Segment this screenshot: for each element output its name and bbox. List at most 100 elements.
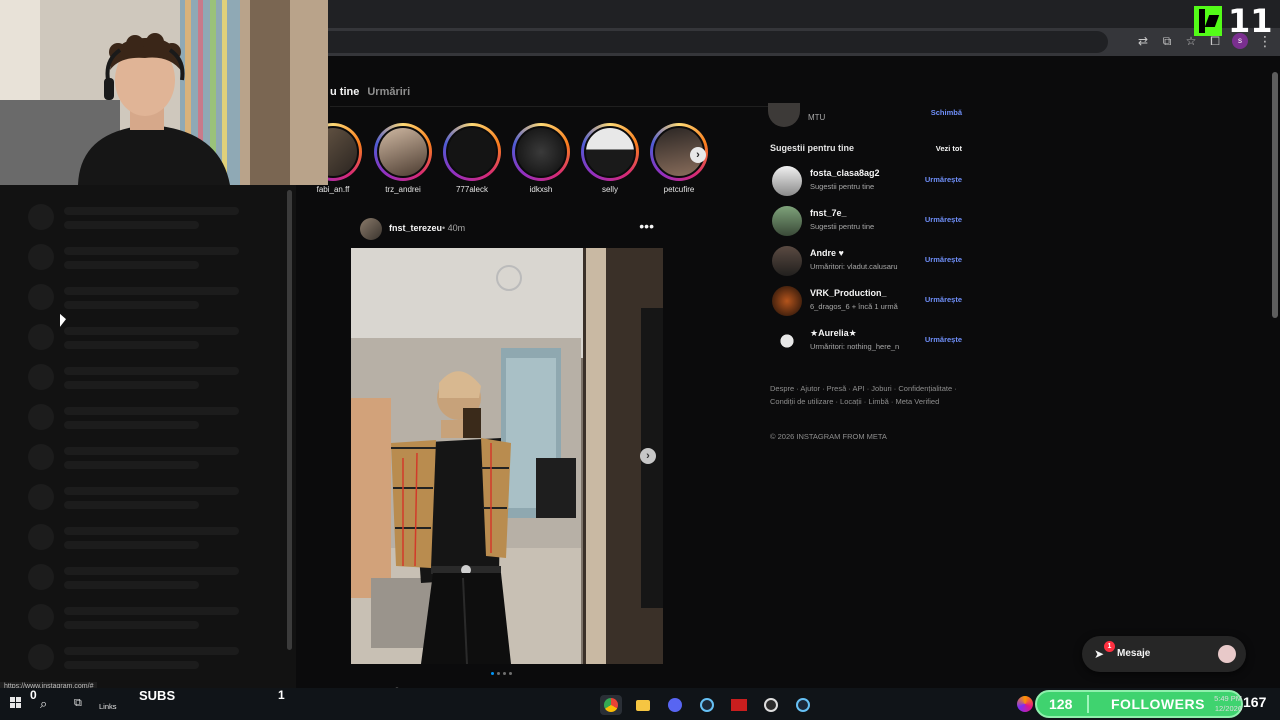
suggestion-username[interactable]: Andre ♥ xyxy=(810,248,844,258)
suggestion-item: ★Aurelia★ Urmăritori: nothing_here_n Urm… xyxy=(772,326,964,356)
story-item[interactable]: trz_andrei xyxy=(370,123,436,194)
links-toolbar-label[interactable]: Links xyxy=(99,702,117,711)
follow-button[interactable]: Urmărește xyxy=(925,255,962,264)
skeleton-row xyxy=(28,440,258,480)
suggestion-subtitle: Urmăritori: vladut.calusaru xyxy=(810,262,898,271)
skeleton-row xyxy=(28,360,258,400)
see-all-link[interactable]: Vezi tot xyxy=(936,144,962,153)
tray-counter: 167 xyxy=(1243,694,1267,710)
kick-badge: 11 xyxy=(1192,2,1273,40)
suggestion-subtitle: Sugestii pentru tine xyxy=(810,182,875,191)
suggestions-header: Sugestii pentru tine Vezi tot xyxy=(770,143,962,155)
subs-label: SUBS xyxy=(139,688,176,703)
post-header: fnst_terezeu • 40m ••• xyxy=(360,218,660,240)
messages-label: Mesaje xyxy=(1117,648,1151,659)
subs-left-count: 0 xyxy=(30,688,37,702)
loading-panel xyxy=(0,185,296,688)
file-explorer-app-icon[interactable] xyxy=(632,695,654,715)
footer-links[interactable]: Despre · Ajutor · Presă · API · Joburi ·… xyxy=(770,382,960,408)
suggestion-avatar[interactable] xyxy=(772,166,802,196)
discord-app-icon[interactable] xyxy=(664,695,686,715)
skeleton-row xyxy=(28,600,258,640)
skeleton-row xyxy=(28,240,258,280)
post-carousel-next-button[interactable]: › xyxy=(640,448,656,464)
webcam-overlay xyxy=(0,0,328,185)
clock-time: 5:49 PM xyxy=(1214,694,1242,703)
follow-button[interactable]: Urmărește xyxy=(925,335,962,344)
suggestion-subtitle: 6_dragos_6 + încă 1 urmă xyxy=(810,302,898,311)
page-scrollbar[interactable] xyxy=(1272,72,1278,318)
follow-button[interactable]: Urmărește xyxy=(925,175,962,184)
suggestion-username[interactable]: fnst_7e_ xyxy=(810,208,847,218)
follow-button[interactable]: Urmărește xyxy=(925,295,962,304)
suggestion-username[interactable]: ★Aurelia★ xyxy=(810,328,857,339)
tab-for-you[interactable]: u tine xyxy=(330,86,359,98)
video-editor-app-icon[interactable] xyxy=(728,695,750,715)
current-user-avatar[interactable] xyxy=(768,103,800,127)
story-username: fabi_an.ff xyxy=(316,185,350,194)
suggestion-item: VRK_Production_ 6_dragos_6 + încă 1 urmă… xyxy=(772,286,964,316)
windows-start-icon[interactable] xyxy=(10,697,22,709)
story-username: 777aleck xyxy=(455,185,489,194)
tab-following[interactable]: Urmăriri xyxy=(367,86,410,98)
task-view-icon[interactable]: ⧉ xyxy=(74,697,82,710)
post-timestamp: • 40m xyxy=(442,223,466,233)
skeleton-row xyxy=(28,640,258,680)
post-photo xyxy=(351,248,663,664)
post-author-avatar[interactable] xyxy=(360,218,382,240)
followers-separator xyxy=(1087,695,1089,713)
taskbar-clock[interactable]: 5:49 PM 12/2026 xyxy=(1212,694,1242,714)
feed-tabs: u tine Urmăriri xyxy=(330,86,410,98)
suggestion-avatar[interactable] xyxy=(772,206,802,236)
firefox-tray-icon[interactable] xyxy=(1017,696,1033,712)
steam-app-icon[interactable] xyxy=(696,695,718,715)
suggestion-avatar[interactable] xyxy=(772,326,802,356)
carousel-dot xyxy=(509,672,512,675)
suggestion-avatar[interactable] xyxy=(772,246,802,276)
stories-next-button[interactable]: › xyxy=(690,147,706,163)
followers-label: FOLLOWERS xyxy=(1111,696,1205,712)
carousel-dot xyxy=(491,672,494,675)
panel-scrollbar[interactable] xyxy=(287,190,292,650)
suggestion-avatar[interactable] xyxy=(772,286,802,316)
address-bar[interactable] xyxy=(328,31,1108,53)
obs-app-icon[interactable] xyxy=(760,695,782,715)
current-user-row: MTU Schimbă xyxy=(768,103,964,129)
chrome-app-icon[interactable] xyxy=(600,695,622,715)
skeleton-row xyxy=(28,560,258,600)
tabs-divider xyxy=(330,106,770,107)
stories-tray: fabi_an.ff trz_andrei 777aleck idkxsh se… xyxy=(304,123,716,194)
kick-logo-icon xyxy=(1194,6,1222,36)
switch-account-link[interactable]: Schimbă xyxy=(931,108,962,117)
install-app-icon[interactable]: ⧉ xyxy=(1160,34,1174,48)
story-username: petcufire xyxy=(663,185,695,194)
story-item[interactable]: selly xyxy=(577,123,643,194)
clock-date: 12/2026 xyxy=(1214,704,1242,713)
suggestion-subtitle: Urmăritori: nothing_here_n xyxy=(810,342,900,351)
steam-app-icon-2[interactable] xyxy=(792,695,814,715)
story-item[interactable]: idkxsh xyxy=(508,123,574,194)
suggestion-username[interactable]: fosta_clasa8ag2 xyxy=(810,168,880,178)
post-author-username[interactable]: fnst_terezeu xyxy=(389,223,442,233)
subs-right-count: 1 xyxy=(278,688,285,702)
suggestion-item: fosta_clasa8ag2 Sugestii pentru tine Urm… xyxy=(772,166,964,196)
suggestion-subtitle: Sugestii pentru tine xyxy=(810,222,875,231)
story-username: selly xyxy=(601,185,618,194)
post-more-options-button[interactable]: ••• xyxy=(639,218,654,234)
suggestion-item: fnst_7e_ Sugestii pentru tine Urmărește xyxy=(772,206,964,236)
story-item[interactable]: 777aleck xyxy=(439,123,505,194)
skeleton-row xyxy=(28,480,258,520)
search-icon[interactable]: ⌕ xyxy=(40,696,47,712)
kick-count: 11 xyxy=(1228,2,1273,40)
story-username: trz_andrei xyxy=(385,185,421,194)
mouse-cursor-icon xyxy=(60,313,66,330)
messages-contact-avatar xyxy=(1218,645,1236,663)
skeleton-row xyxy=(28,400,258,440)
suggestion-username[interactable]: VRK_Production_ xyxy=(810,288,887,298)
post-image[interactable] xyxy=(351,248,663,664)
story-avatar xyxy=(377,126,429,178)
messages-button[interactable]: ➤ 1 Mesaje xyxy=(1082,636,1246,672)
suggestions-title: Sugestii pentru tine xyxy=(770,143,855,153)
translate-icon[interactable]: ⇄ xyxy=(1136,34,1150,48)
follow-button[interactable]: Urmărește xyxy=(925,215,962,224)
